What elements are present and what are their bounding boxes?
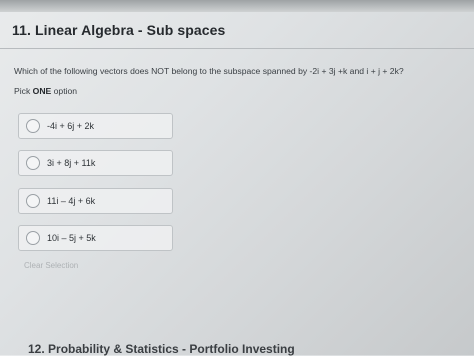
pick-prefix: Pick xyxy=(14,86,31,96)
radio-button-icon[interactable] xyxy=(26,119,40,133)
clear-selection-link[interactable]: Clear Selection xyxy=(24,261,78,270)
pick-suffix: option xyxy=(53,86,78,96)
title-divider xyxy=(0,48,474,49)
next-question-title: 12. Probability & Statistics - Portfolio… xyxy=(28,342,295,356)
question-title: 11. Linear Algebra - Sub spaces xyxy=(12,22,226,38)
option-3[interactable]: 11i – 4j + 6k xyxy=(18,188,173,214)
radio-button-icon[interactable] xyxy=(26,194,40,208)
pick-instruction: Pick ONE option xyxy=(14,86,77,96)
option-label: 10i – 5j + 5k xyxy=(47,233,96,243)
radio-button-icon[interactable] xyxy=(26,156,40,170)
radio-button-icon[interactable] xyxy=(26,231,40,245)
question-text: Which of the following vectors does NOT … xyxy=(14,66,404,76)
top-edge-band xyxy=(0,0,474,12)
option-label: 3i + 8j + 11k xyxy=(47,158,96,168)
pick-count: ONE xyxy=(32,86,52,96)
option-label: 11i – 4j + 6k xyxy=(47,196,96,206)
option-4[interactable]: 10i – 5j + 5k xyxy=(18,225,173,251)
option-2[interactable]: 3i + 8j + 11k xyxy=(18,150,173,176)
option-label: -4i + 6j + 2k xyxy=(47,121,95,131)
option-1[interactable]: -4i + 6j + 2k xyxy=(18,113,173,139)
